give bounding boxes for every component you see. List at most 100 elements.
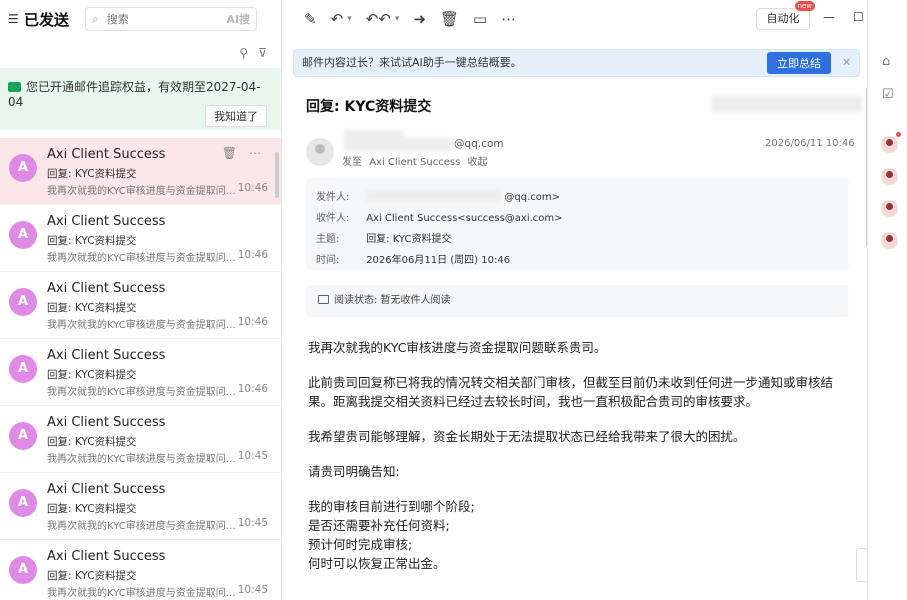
mail-datetime: 2026/06/11 10:46 <box>765 138 855 149</box>
ai-search-button[interactable]: AI搜 <box>226 11 250 27</box>
sender-avatar <box>306 138 334 166</box>
sender-email: @qq.com <box>454 138 504 150</box>
avatar: A <box>9 422 37 450</box>
detail-sender: 发件人: @qq.com> <box>316 188 560 203</box>
automation-label: 自动化 <box>766 12 800 25</box>
list-item[interactable]: A Axi Client Success 回复: KYC资料提交 我再次就我的K… <box>0 540 281 600</box>
list-item-subject: 回复: KYC资料提交 <box>47 369 137 381</box>
compose-icon[interactable]: ✎ <box>304 10 317 28</box>
list-item-preview: 我再次就我的KYC审核进度与资金提取问题联系贵司。 <box>47 320 237 331</box>
summarize-button[interactable]: 立即总结 <box>767 52 831 74</box>
list-item-preview: 我再次就我的KYC审核进度与资金提取问题联系贵司。 <box>47 454 237 465</box>
mail-list-panel: ☰ 已发送 ⌕ AI搜 ⚲ ⊽ 您已开通邮件追踪权益，有效期至2027-04-0… <box>0 0 282 600</box>
mail-details: 发件人: @qq.com> 收件人: Axi Client Success<su… <box>306 178 849 270</box>
filter-icon[interactable]: ⊽ <box>258 46 267 60</box>
list-item-sender: Axi Client Success <box>47 214 166 229</box>
chevron-down-icon[interactable]: ▾ <box>347 14 352 24</box>
mail-reader: ✎ ↶▾ ↶↶▾ ➜ 🗑 ▭ ⋯ 自动化 new — ☐ ✕ 邮件内容过长？来试… <box>282 0 894 600</box>
list-item-sender: Axi Client Success <box>47 147 166 162</box>
more-icon[interactable]: ⋯ <box>501 10 516 28</box>
contact-avatar[interactable] <box>881 200 898 217</box>
list-item-subject: 回复: KYC资料提交 <box>47 168 137 180</box>
collapse-link[interactable]: 收起 <box>467 157 487 168</box>
avatar: A <box>9 221 37 249</box>
list-item[interactable]: A Axi Client Success 回复: KYC资料提交 我再次就我的K… <box>0 339 281 406</box>
read-status-text: 阅读状态: 暂无收件人阅读 <box>334 295 451 306</box>
body-paragraph: 我希望贵司能够理解，资金长期处于无法提取状态已经给我带来了很大的困扰。 <box>308 429 746 444</box>
list-item-time: 10:46 <box>237 383 268 395</box>
list-item-sender: Axi Client Success <box>47 415 166 430</box>
list-item[interactable]: A Axi Client Success 回复: KYC资料提交 我再次就我的K… <box>0 473 281 540</box>
detail-label: 时间: <box>316 255 340 266</box>
trash-icon[interactable]: 🗑 <box>222 146 237 160</box>
track-icon[interactable]: ⚲ <box>239 46 248 60</box>
list-item-subject: 回复: KYC资料提交 <box>47 503 137 515</box>
avatar: A <box>9 154 37 182</box>
detail-time: 时间: 2026年06月11日 (周四) 10:46 <box>316 251 510 266</box>
redacted-email <box>366 190 502 201</box>
delete-icon[interactable]: 🗑 <box>440 10 459 28</box>
list-item-sender: Axi Client Success <box>47 549 166 564</box>
right-rail: ⌂ ☑ <box>867 0 907 600</box>
detail-recipient: 收件人: Axi Client Success<success@axi.com> <box>316 209 563 224</box>
list-item-subject: 回复: KYC资料提交 <box>47 570 137 582</box>
tracking-notice: 您已开通邮件追踪权益，有效期至2027-04-04 我知道了 <box>0 68 281 130</box>
detail-value: Axi Client Success<success@axi.com> <box>366 213 563 224</box>
chevron-down-icon[interactable]: ▾ <box>395 14 400 24</box>
home-icon[interactable]: ⌂ <box>882 54 890 69</box>
contact-avatar[interactable] <box>881 232 898 249</box>
task-icon[interactable]: ☑ <box>882 87 894 102</box>
mail-list: A Axi Client Success 回复: KYC资料提交 我再次就我的K… <box>0 138 281 600</box>
search-input[interactable] <box>104 11 215 27</box>
reply-icon[interactable]: ↶ <box>331 10 344 28</box>
redacted-email <box>344 138 452 151</box>
list-item-sender: Axi Client Success <box>47 281 166 296</box>
contact-avatar[interactable] <box>881 136 898 153</box>
list-tools: ⚲ ⊽ <box>0 38 281 68</box>
automation-button[interactable]: 自动化 new <box>756 1 815 30</box>
list-item-time: 10:45 <box>237 450 268 462</box>
list-item-time: 10:46 <box>237 182 268 194</box>
list-item-subject: 回复: KYC资料提交 <box>47 235 137 247</box>
avatar: A <box>9 556 37 584</box>
body-paragraph: 此前贵司回复称已将我的情况转交相关部门审核，但截至目前仍未收到任何进一步通知或审… <box>308 375 834 409</box>
send-to-prefix: 发至 <box>342 157 362 168</box>
unread-dot <box>896 132 901 137</box>
detail-value: 2026年06月11日 (周四) 10:46 <box>366 255 511 266</box>
body-list-item: 何时可以恢复正常出金。 <box>308 556 446 571</box>
list-item-time: 10:45 <box>237 584 268 596</box>
search-box[interactable]: ⌕ AI搜 <box>85 7 258 31</box>
body-paragraph: 请贵司明确告知: <box>308 464 400 479</box>
contact-avatar[interactable] <box>881 168 898 185</box>
list-item[interactable]: A Axi Client Success 回复: KYC资料提交 我再次就我的K… <box>0 138 281 205</box>
more-icon[interactable]: ⋯ <box>249 146 261 160</box>
forward-icon[interactable]: ➜ <box>413 10 426 28</box>
mail-check-icon <box>8 82 21 92</box>
list-item-sender: Axi Client Success <box>47 348 166 363</box>
list-item-subject: 回复: KYC资料提交 <box>47 302 137 314</box>
search-icon: ⌕ <box>92 11 99 26</box>
mail-subject-title: 回复: KYC资料提交 <box>306 99 432 115</box>
list-item[interactable]: A Axi Client Success 回复: KYC资料提交 我再次就我的K… <box>0 406 281 473</box>
list-scrollbar[interactable] <box>275 152 279 198</box>
send-to-name[interactable]: Axi Client Success <box>369 157 460 168</box>
close-icon[interactable]: ✕ <box>842 50 851 76</box>
list-item-preview: 我再次就我的KYC审核进度与资金提取问题联系贵司。 <box>47 521 237 532</box>
minimize-icon[interactable]: — <box>823 10 835 24</box>
ai-summary-banner: 邮件内容过长？来试试AI助手一键总结概要。 立即总结 ✕ <box>293 49 860 77</box>
list-item-sender: Axi Client Success <box>47 482 166 497</box>
dismiss-notice-button[interactable]: 我知道了 <box>205 105 267 127</box>
archive-icon[interactable]: ▭ <box>473 10 487 28</box>
redacted-block <box>712 96 862 112</box>
menu-icon[interactable]: ☰ <box>8 12 20 26</box>
list-item[interactable]: A Axi Client Success 回复: KYC资料提交 我再次就我的K… <box>0 272 281 339</box>
list-item-time: 10:46 <box>237 249 268 261</box>
detail-label: 收件人: <box>316 213 350 224</box>
reply-all-icon[interactable]: ↶↶ <box>366 10 391 28</box>
avatar: A <box>9 489 37 517</box>
body-paragraph: 我再次就我的KYC审核进度与资金提取问题联系贵司。 <box>308 340 607 355</box>
list-item[interactable]: A Axi Client Success 回复: KYC资料提交 我再次就我的K… <box>0 205 281 272</box>
maximize-icon[interactable]: ☐ <box>853 10 864 24</box>
detail-subject: 主题: 回复: KYC资料提交 <box>316 230 451 245</box>
body-list-item: 预计何时完成审核; <box>308 537 413 552</box>
